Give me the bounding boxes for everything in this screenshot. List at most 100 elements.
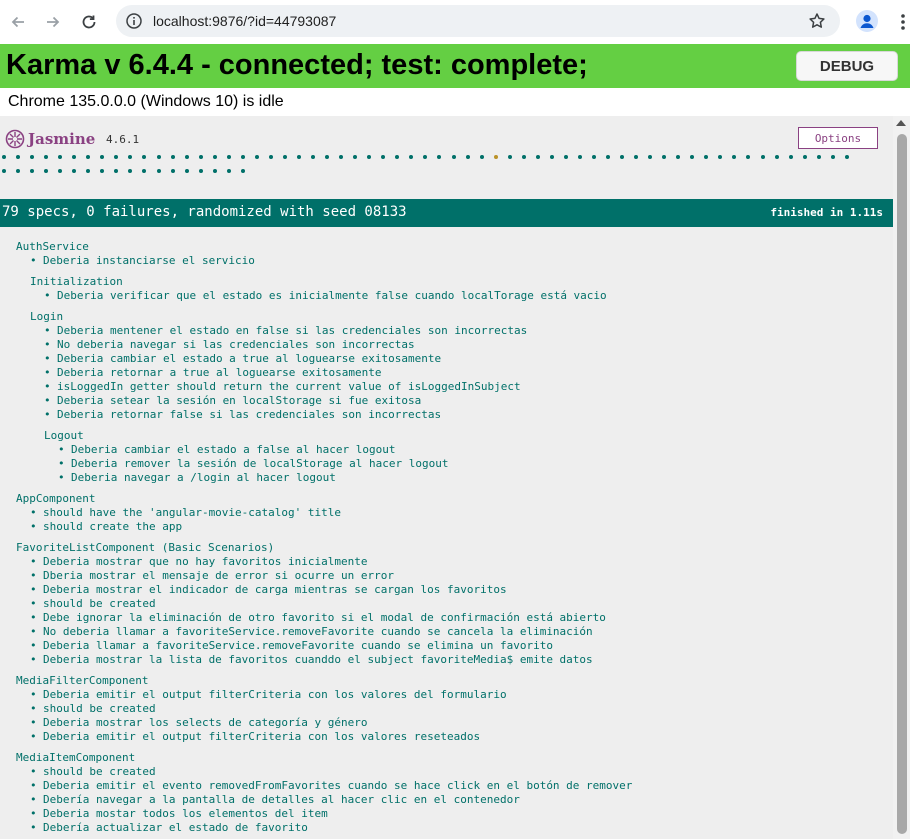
spec-dot-passed[interactable] <box>353 155 358 159</box>
suite-title[interactable]: FavoriteListComponent (Basic Scenarios) <box>16 541 274 554</box>
spec-dot-passed[interactable] <box>156 155 161 159</box>
spec-dot-passed[interactable] <box>507 155 512 159</box>
options-button[interactable]: Options <box>798 127 878 149</box>
spec-item[interactable]: Deberia cambiar el estado a true al logu… <box>44 352 441 365</box>
spec-dot-passed[interactable] <box>142 169 147 173</box>
spec-dot-passed[interactable] <box>296 155 301 159</box>
spec-dot-passed[interactable] <box>381 155 386 159</box>
spec-dot-passed[interactable] <box>170 169 175 173</box>
spec-dot-passed[interactable] <box>212 155 217 159</box>
spec-dot-passed[interactable] <box>760 155 765 159</box>
debug-button[interactable]: DEBUG <box>796 51 898 81</box>
spec-dot-passed[interactable] <box>72 155 77 159</box>
spec-dot-passed[interactable] <box>662 155 667 159</box>
spec-dot-passed[interactable] <box>311 155 316 159</box>
spec-dot-passed[interactable] <box>16 169 21 173</box>
spec-dot-passed[interactable] <box>170 155 175 159</box>
spec-dot-passed[interactable] <box>690 155 695 159</box>
spec-dot-passed[interactable] <box>198 169 203 173</box>
spec-item[interactable]: isLoggedIn getter should return the curr… <box>44 380 521 393</box>
spec-dot-passed[interactable] <box>423 155 428 159</box>
spec-dot-passed[interactable] <box>746 155 751 159</box>
suite-title[interactable]: Login <box>30 310 63 323</box>
spec-dot-passed[interactable] <box>676 155 681 159</box>
spec-dot-passed[interactable] <box>367 155 372 159</box>
bookmark-star-icon[interactable] <box>808 12 826 30</box>
spec-dot-passed[interactable] <box>535 155 540 159</box>
address-bar[interactable]: localhost:9876/?id=44793087 <box>116 5 840 37</box>
spec-dot-passed[interactable] <box>268 155 273 159</box>
spec-item[interactable]: Deberia emitir el output filterCriteria … <box>30 688 507 701</box>
spec-dot-passed[interactable] <box>437 155 442 159</box>
suite-title[interactable]: MediaFilterComponent <box>16 674 148 687</box>
spec-dot-passed[interactable] <box>521 155 526 159</box>
suite-title[interactable]: Logout <box>44 429 84 442</box>
suite-title[interactable]: AuthService <box>16 240 89 253</box>
spec-dot-passed[interactable] <box>451 155 456 159</box>
spec-dot-passed[interactable] <box>479 155 484 159</box>
spec-dot-passed[interactable] <box>128 169 133 173</box>
spec-dot-passed[interactable] <box>184 169 189 173</box>
spec-dot-passed[interactable] <box>44 169 49 173</box>
spec-dot-passed[interactable] <box>774 155 779 159</box>
spec-item[interactable]: should be created <box>30 765 156 778</box>
spec-item[interactable]: Debería actualizar el estado de favorito <box>30 821 308 834</box>
spec-dot-passed[interactable] <box>563 155 568 159</box>
spec-dot-passed[interactable] <box>226 169 231 173</box>
spec-dot-passed[interactable] <box>198 155 203 159</box>
spec-dot-passed[interactable] <box>114 169 119 173</box>
spec-dot-passed[interactable] <box>648 155 653 159</box>
spec-dot-passed[interactable] <box>549 155 554 159</box>
spec-dot-passed[interactable] <box>142 155 147 159</box>
spec-item[interactable]: Deberia emitir el evento removedFromFavo… <box>30 779 632 792</box>
spec-item[interactable]: Deberia remover la sesión de localStorag… <box>58 457 448 470</box>
reload-button[interactable] <box>76 9 102 35</box>
spec-item[interactable]: should be created <box>30 702 156 715</box>
spec-item[interactable]: Deberia mentener el estado en false si l… <box>44 324 527 337</box>
spec-item[interactable]: Deberia mostrar el indicador de carga mi… <box>30 583 507 596</box>
spec-dot-passed[interactable] <box>339 155 344 159</box>
spec-item[interactable]: No deberia llamar a favoriteService.remo… <box>30 625 593 638</box>
suite-title[interactable]: MediaItemComponent <box>16 751 135 764</box>
spec-dot-passed[interactable] <box>409 155 414 159</box>
spec-item[interactable]: No deberia navegar si las credenciales s… <box>44 338 415 351</box>
spec-item[interactable]: Deberia mostrar los selects de categoría… <box>30 716 367 729</box>
spec-dot-passed[interactable] <box>591 155 596 159</box>
spec-item[interactable]: Deberia emitir el output filterCriteria … <box>30 730 480 743</box>
spec-item[interactable]: Deberia llamar a favoriteService.removeF… <box>30 639 553 652</box>
spec-dot-passed[interactable] <box>465 155 470 159</box>
spec-dot-passed[interactable] <box>86 169 91 173</box>
spec-dot-passed[interactable] <box>282 155 287 159</box>
spec-item[interactable]: should have the 'angular-movie-catalog' … <box>30 506 341 519</box>
spec-item[interactable]: Deberia mostrar la lista de favoritos cu… <box>30 653 593 666</box>
spec-item[interactable]: Deberia retornar false si las credencial… <box>44 408 441 421</box>
scroll-up-arrow-icon[interactable] <box>896 120 906 126</box>
spec-dot-passed[interactable] <box>254 155 259 159</box>
suite-title[interactable]: Initialization <box>30 275 123 288</box>
spec-dot-passed[interactable] <box>58 169 63 173</box>
spec-item[interactable]: Deberia mostrar que no hay favoritos ini… <box>30 555 367 568</box>
forward-button[interactable] <box>40 9 66 35</box>
spec-dot-passed[interactable] <box>606 155 611 159</box>
spec-dot-passed[interactable] <box>788 155 793 159</box>
spec-dot-passed[interactable] <box>44 155 49 159</box>
spec-item[interactable]: Deberia navegar a /login al hacer logout <box>58 471 336 484</box>
spec-item[interactable]: Deberia retornar a true al loguearse exi… <box>44 366 381 379</box>
spec-dot-passed[interactable] <box>395 155 400 159</box>
spec-dot-passed[interactable] <box>184 155 189 159</box>
spec-item[interactable]: Deberia verificar que el estado es inici… <box>44 289 607 302</box>
spec-dot-passed[interactable] <box>240 155 245 159</box>
spec-dot-passed[interactable] <box>830 155 835 159</box>
spec-dot-passed[interactable] <box>816 155 821 159</box>
spec-item[interactable]: Deberia instanciarse el servicio <box>30 254 255 267</box>
spec-dot-passed[interactable] <box>732 155 737 159</box>
spec-dot-passed[interactable] <box>2 169 6 173</box>
spec-dot-passed[interactable] <box>634 155 639 159</box>
spec-dot-passed[interactable] <box>30 155 35 159</box>
spec-dot-passed[interactable] <box>100 169 105 173</box>
spec-dot-passed[interactable] <box>58 155 63 159</box>
spec-dot-passed[interactable] <box>156 169 161 173</box>
spec-dot-passed[interactable] <box>16 155 21 159</box>
spec-item[interactable]: Deberia setear la sesión en localStorage… <box>44 394 421 407</box>
spec-dot-passed[interactable] <box>72 169 77 173</box>
